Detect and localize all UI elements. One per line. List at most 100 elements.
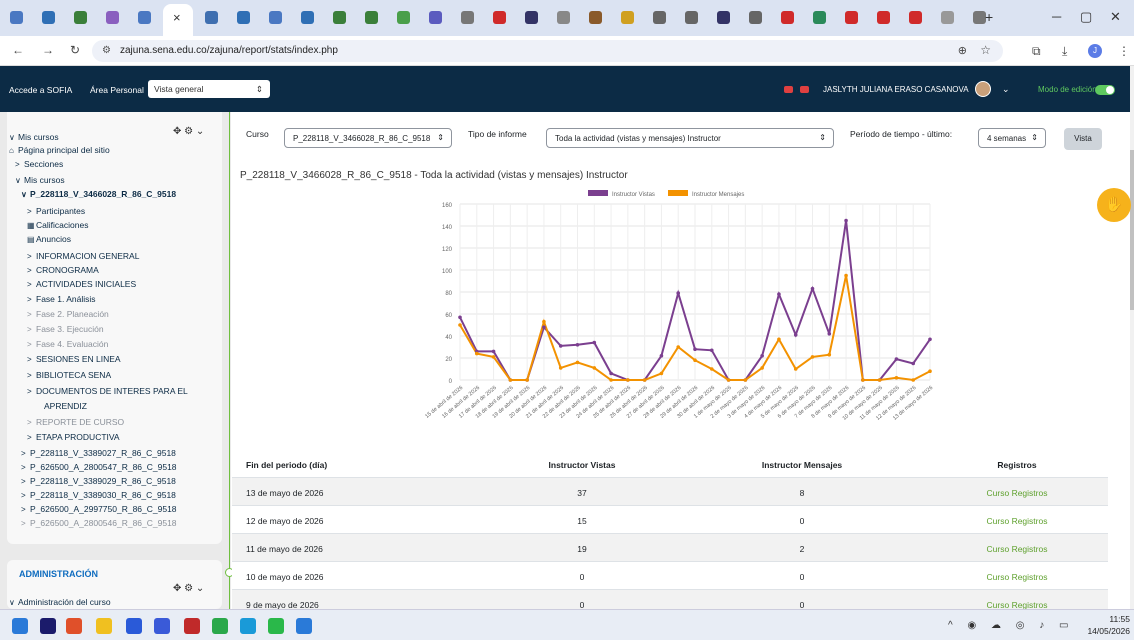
tab-favicon-icon[interactable] [461,11,474,24]
taskbar-app-icon[interactable] [268,618,284,634]
sidebar-item[interactable]: > CRONOGRAMA [27,265,99,275]
tab-favicon-icon[interactable] [205,11,218,24]
menu-kebab-icon[interactable]: ⋮ [1118,44,1130,58]
tab-favicon-icon[interactable] [365,11,378,24]
url-bar[interactable]: ⚙ zajuna.sena.edu.co/zajuna/report/stats… [92,40,1003,62]
site-info-icon[interactable]: ⚙ [102,45,111,56]
profile-avatar[interactable]: J [1088,44,1102,58]
help-handshake-button[interactable]: ✋ [1097,188,1131,222]
admin-move-icon[interactable]: ✥ ⚙ ⌄ [173,583,204,594]
sidebar-item[interactable]: > REPORTE DE CURSO [27,417,124,427]
sidebar-item[interactable]: > ACTIVIDADES INICIALES [27,279,136,289]
sidebar-item[interactable]: > BIBLIOTECA SENA [27,370,111,380]
tab-favicon-icon[interactable] [138,11,151,24]
page-scrollbar[interactable] [1130,66,1134,609]
tab-favicon-icon[interactable] [525,11,538,24]
maximize-icon[interactable]: ▢ [1080,9,1092,25]
taskbar-app-icon[interactable] [66,618,82,634]
sidebar-item[interactable]: ▤Anuncios [27,234,71,244]
period-select[interactable]: 4 semanas ⇕ [978,128,1046,148]
active-tab[interactable]: × [163,4,193,36]
tab-favicon-icon[interactable] [429,11,442,24]
tab-favicon-icon[interactable] [941,11,954,24]
messages-icon[interactable] [800,86,809,93]
user-menu-chevron-icon[interactable]: ⌄ [1002,84,1010,95]
reload-icon[interactable]: ↻ [70,43,80,57]
sidebar-item[interactable]: ∨ Mis cursos [15,175,65,185]
taskbar-app-icon[interactable] [154,618,170,634]
logs-link[interactable]: Curso Registros [982,544,1052,554]
tab-favicon-icon[interactable] [653,11,666,24]
sidebar-item[interactable]: ∨ P_228118_V_3466028_R_86_C_9518 [21,189,176,199]
tab-favicon-icon[interactable] [106,11,119,24]
system-tray-icons[interactable]: ^ ◉ ☁ ◎ ♪ ▭ [948,620,1074,631]
sidebar-item[interactable]: > DOCUMENTOS DE INTERES PARA EL [27,386,188,396]
bookmark-star-icon[interactable]: ☆ [980,43,991,57]
report-type-select[interactable]: Toda la actividad (vistas y mensajes) In… [546,128,834,148]
sidebar-item[interactable]: > P_626500_A_2800547_R_86_C_9518 [21,462,177,472]
sidebar-item[interactable]: > Fase 2. Planeación [27,309,109,319]
sidebar-item[interactable]: > Secciones [15,159,63,169]
edit-mode-toggle[interactable] [1095,85,1115,95]
taskbar-app-icon[interactable] [12,618,28,634]
taskbar-app-icon[interactable] [40,618,56,634]
tab-favicon-icon[interactable] [621,11,634,24]
sidebar-item[interactable]: ⌂ Página principal del sitio [9,145,110,155]
sidebar-item[interactable]: > P_626500_A_2800546_R_86_C_9518 [21,518,177,528]
taskbar-app-icon[interactable] [184,618,200,634]
taskbar-app-icon[interactable] [126,618,142,634]
tab-favicon-icon[interactable] [717,11,730,24]
tab-favicon-icon[interactable] [749,11,762,24]
sidebar-item[interactable]: > P_626500_A_2997750_R_86_C_9518 [21,504,177,514]
logs-link[interactable]: Curso Registros [982,572,1052,582]
download-icon[interactable]: ⤓ [1062,44,1067,59]
view-button[interactable]: Vista [1064,128,1102,150]
minimize-icon[interactable]: ─ [1052,9,1061,24]
sidebar-item[interactable]: APRENDIZ [35,401,87,411]
sidebar-item[interactable]: > P_228118_V_3389027_R_86_C_9518 [21,448,176,458]
tab-favicon-icon[interactable] [589,11,602,24]
tab-favicon-icon[interactable] [685,11,698,24]
sidebar-item[interactable]: > SESIONES EN LINEA [27,354,121,364]
sidebar-item[interactable]: > P_228118_V_3389029_R_86_C_9518 [21,476,176,486]
tab-favicon-icon[interactable] [909,11,922,24]
sofia-link[interactable]: Accede a SOFIA [9,85,72,95]
page-scroll-thumb[interactable] [1130,150,1134,310]
sidebar-item[interactable]: > P_228118_V_3389030_R_86_C_9518 [21,490,176,500]
block-move-icon[interactable]: ✥ ⚙ ⌄ [173,126,204,137]
tab-favicon-icon[interactable] [301,11,314,24]
sidebar-item[interactable]: > Fase 1. Análisis [27,294,96,304]
logs-link[interactable]: Curso Registros [982,488,1052,498]
taskbar-app-icon[interactable] [96,618,112,634]
tab-favicon-icon[interactable] [42,11,55,24]
tab-favicon-icon[interactable] [333,11,346,24]
taskbar-app-icon[interactable] [296,618,312,634]
sidebar-item[interactable]: ▦Calificaciones [27,220,88,230]
sidebar-item[interactable]: > Participantes [27,206,85,216]
sidebar-item[interactable]: > INFORMACION GENERAL [27,251,139,261]
area-personal-link[interactable]: Área Personal [90,85,144,95]
url-text[interactable]: zajuna.sena.edu.co/zajuna/report/stats/i… [120,45,338,56]
tab-favicon-icon[interactable] [845,11,858,24]
sidebar-item[interactable]: > Fase 4. Evaluación [27,339,108,349]
tab-favicon-icon[interactable] [877,11,890,24]
view-select[interactable]: Vista general ⇕ [148,80,270,98]
tab-favicon-icon[interactable] [10,11,23,24]
tab-favicon-icon[interactable] [557,11,570,24]
extensions-icon[interactable]: ⧉ [1032,44,1041,59]
tab-favicon-icon[interactable] [237,11,250,24]
sidebar-item[interactable]: > Fase 3. Ejecución [27,324,104,334]
admin-course-item[interactable]: ∨ Administración del curso [9,597,111,607]
tab-favicon-icon[interactable] [493,11,506,24]
tab-favicon-icon[interactable] [74,11,87,24]
back-icon[interactable]: ← [12,43,24,57]
taskbar-app-icon[interactable] [212,618,228,634]
sidebar-item[interactable]: ∨ Mis cursos [9,132,59,142]
user-name[interactable]: JASLYTH JULIANA ERASO CASANOVA [823,85,969,94]
tab-favicon-icon[interactable] [813,11,826,24]
notifications-icon[interactable] [784,86,793,93]
taskbar-app-icon[interactable] [240,618,256,634]
user-avatar[interactable] [975,81,991,97]
tab-favicon-icon[interactable] [269,11,282,24]
close-window-icon[interactable]: ✕ [1110,9,1121,25]
